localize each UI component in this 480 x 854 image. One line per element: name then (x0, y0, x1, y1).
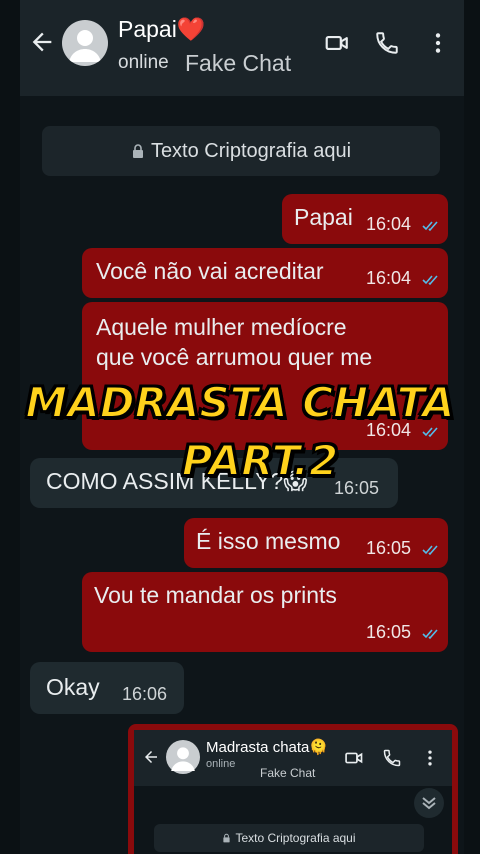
contact-status: online (118, 52, 169, 73)
fake-chat-watermark: Fake Chat (185, 50, 292, 76)
read-ticks-icon (422, 275, 438, 286)
more-options-icon (428, 750, 432, 766)
avatar[interactable] (62, 20, 108, 66)
message-time: 16:06 (122, 684, 168, 704)
message-time: 16:05 (366, 538, 412, 558)
message-time: 16:04 (366, 214, 412, 234)
contact-name[interactable]: Papai❤️ (118, 16, 205, 43)
encryption-notice[interactable]: Texto Criptografia aqui (42, 126, 440, 176)
encryption-text: Texto Criptografia aqui (150, 139, 352, 162)
read-ticks-icon (422, 221, 438, 232)
screenshot-encryption-text: Texto Criptografia aqui (235, 831, 356, 845)
screenshot-status: online (206, 758, 236, 770)
message-text: Aquele mulher medíocre que você arrumou … (96, 314, 373, 370)
chat-screen: Papai❤️ online Fake Chat Texto Criptogra… (20, 0, 464, 854)
message-text: Vou te mandar os prints (94, 582, 337, 608)
default-avatar-icon (69, 30, 101, 62)
image-message-screenshot[interactable]: Madrasta chata🫠 online Fake Chat Texto C… (128, 724, 458, 854)
phone-call-icon[interactable] (374, 30, 400, 56)
video-call-icon[interactable] (324, 30, 350, 56)
screenshot-watermark: Fake Chat (260, 766, 316, 780)
message-text: É isso mesmo (196, 528, 341, 554)
phone-call-icon (383, 749, 401, 767)
message-time: 16:04 (366, 268, 412, 288)
chat-header: Papai❤️ online Fake Chat (20, 0, 464, 96)
message-bubble-outgoing[interactable]: Papai 16:04 (282, 194, 448, 244)
message-text: Okay (46, 674, 100, 700)
screenshot-contact-name: Madrasta chata🫠 (206, 739, 329, 756)
lock-icon (223, 833, 231, 843)
read-ticks-icon (422, 545, 438, 556)
default-avatar-icon (166, 740, 200, 774)
message-text: Você não vai acreditar (96, 258, 324, 284)
message-text: Papai (294, 204, 353, 230)
overlay-title-line1: MADRASTA CHATA (24, 377, 455, 428)
double-chevron-down-icon (422, 797, 436, 810)
screenshot-encryption-notice: Texto Criptografia aqui (154, 824, 424, 852)
message-bubble-incoming[interactable]: Okay 16:06 (30, 662, 184, 714)
back-arrow-icon (145, 751, 157, 763)
message-bubble-outgoing[interactable]: Aquele mulher medíocre que você arrumou … (82, 302, 448, 450)
lock-icon (132, 144, 143, 158)
message-bubble-outgoing[interactable]: Você não vai acreditar 16:04 (82, 248, 448, 298)
message-time: 16:05 (366, 622, 412, 642)
more-options-icon[interactable] (425, 30, 451, 56)
back-arrow-icon[interactable] (28, 28, 56, 56)
read-ticks-icon (422, 629, 438, 640)
screenshot-content: Madrasta chata🫠 online Fake Chat Texto C… (134, 730, 452, 854)
message-bubble-outgoing[interactable]: Vou te mandar os prints 16:05 (82, 572, 448, 652)
scroll-down-button (414, 788, 444, 818)
overlay-title-line2: PART.2 (181, 435, 340, 486)
video-call-icon (345, 752, 363, 764)
message-bubble-outgoing[interactable]: É isso mesmo 16:05 (184, 518, 448, 568)
